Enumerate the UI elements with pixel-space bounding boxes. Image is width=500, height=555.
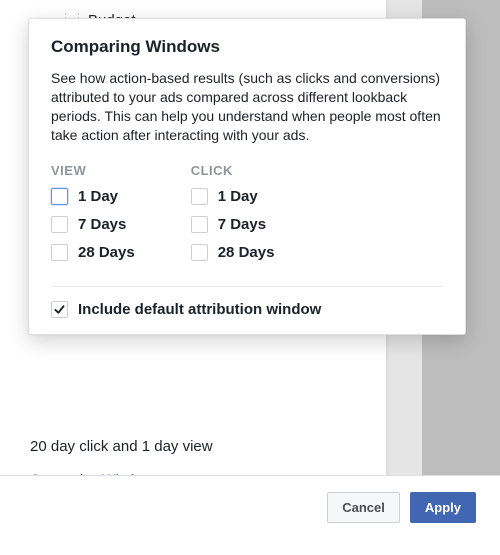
click-7days-option[interactable]: 7 Days: [191, 216, 275, 233]
click-column-head: CLICK: [191, 163, 275, 178]
checkbox-icon[interactable]: [191, 216, 208, 233]
view-1day-option[interactable]: 1 Day: [51, 188, 135, 205]
checkbox-icon[interactable]: [191, 244, 208, 261]
comparing-windows-popover: Comparing Windows See how action-based r…: [28, 18, 466, 335]
click-28days-label: 28 Days: [218, 244, 275, 261]
checkbox-icon[interactable]: [51, 216, 68, 233]
bg-cutoff-text: 20 day click and 1 day view: [30, 438, 213, 455]
checkbox-icon[interactable]: [51, 188, 68, 205]
click-28days-option[interactable]: 28 Days: [191, 244, 275, 261]
click-7days-label: 7 Days: [218, 216, 266, 233]
click-1day-label: 1 Day: [218, 188, 258, 205]
view-column: VIEW 1 Day 7 Days 28 Days: [51, 163, 135, 272]
include-default-label: Include default attribution window: [78, 301, 321, 318]
view-7days-label: 7 Days: [78, 216, 126, 233]
checkbox-icon[interactable]: [191, 188, 208, 205]
click-column: CLICK 1 Day 7 Days 28 Days: [191, 163, 275, 272]
checkbox-icon[interactable]: [51, 301, 68, 318]
include-default-option[interactable]: Include default attribution window: [51, 301, 443, 318]
popover-description: See how action-based results (such as cl…: [51, 69, 443, 145]
click-1day-option[interactable]: 1 Day: [191, 188, 275, 205]
divider: [51, 286, 443, 287]
view-28days-label: 28 Days: [78, 244, 135, 261]
footer: Cancel Apply: [0, 475, 500, 555]
apply-button[interactable]: Apply: [410, 492, 476, 523]
view-1day-label: 1 Day: [78, 188, 118, 205]
view-28days-option[interactable]: 28 Days: [51, 244, 135, 261]
view-column-head: VIEW: [51, 163, 135, 178]
checkbox-icon[interactable]: [51, 244, 68, 261]
cancel-button[interactable]: Cancel: [327, 492, 400, 523]
popover-title: Comparing Windows: [51, 37, 443, 57]
view-7days-option[interactable]: 7 Days: [51, 216, 135, 233]
